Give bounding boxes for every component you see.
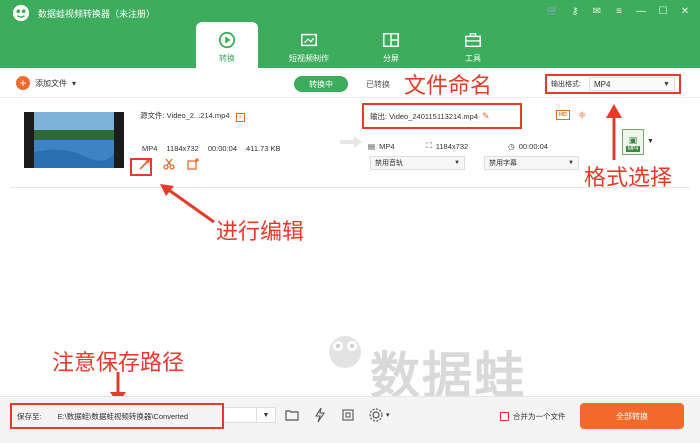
- save-path-box: 保存至: E:\数据蛙\数据蛙视频转换器\Converted: [10, 403, 224, 429]
- merge-label: 合并为一个文件: [513, 412, 566, 421]
- annotation-save-path: 注意保存路径: [52, 351, 185, 376]
- chat-icon[interactable]: ✉: [590, 4, 604, 18]
- subtitle-select[interactable]: 禁用字幕 ▼: [484, 156, 579, 170]
- chevron-down-icon: ▼: [454, 160, 460, 166]
- subtitle-value: 禁用字幕: [489, 160, 517, 167]
- audio-track-select[interactable]: 禁用音轨 ▼: [370, 156, 465, 170]
- annotation-format-select: 格式选择: [584, 166, 673, 191]
- maximize-icon[interactable]: ☐: [656, 4, 670, 18]
- annotation-edit: 进行编辑: [216, 220, 305, 245]
- format-thumbnail[interactable]: ▣ MP4: [622, 129, 644, 155]
- resize-icon: ⛶: [426, 141, 432, 150]
- toolbar: + 添加文件 ▾ 转换中 已转换 输出格式: MP4 ▼: [0, 68, 700, 98]
- app-title: 数据蛙视频转换器（未注册）: [38, 9, 156, 19]
- arrow-right-icon: [340, 136, 362, 148]
- chevron-down-icon: ▼: [663, 81, 670, 88]
- convert-icon: [218, 31, 236, 49]
- save-path-field[interactable]: [224, 407, 256, 423]
- equalizer-icon[interactable]: ≑: [578, 110, 586, 121]
- output-duration-item: ◷ 00:00:04: [508, 142, 548, 151]
- chevron-down-icon[interactable]: ▾: [386, 411, 390, 419]
- output-file-label: 输出: Video_240115113214.mp4: [370, 111, 478, 121]
- add-file-button[interactable]: + 添加文件 ▾: [16, 76, 76, 90]
- settings-icon[interactable]: [368, 407, 384, 423]
- chevron-down-icon[interactable]: ▼: [647, 138, 654, 145]
- video-thumbnail[interactable]: [24, 112, 124, 168]
- output-format-item: ▤ MP4: [368, 142, 395, 151]
- scissors-icon[interactable]: [162, 157, 176, 171]
- add-file-label: 添加文件: [35, 78, 67, 88]
- output-resolution: 1184x732: [435, 141, 469, 151]
- tab-label: 转换: [219, 54, 235, 63]
- annotation-file-naming: 文件命名: [404, 74, 493, 99]
- tab-short-video[interactable]: 短视频制作: [278, 22, 340, 68]
- output-resolution-item: ⛶ 1184x732: [427, 141, 469, 151]
- gpu-icon[interactable]: [340, 407, 356, 423]
- title-bar: 数据蛙视频转换器（未注册） 🛒 ⚷ ✉ ≡ — ☐ ✕ 转换 短视频制作 分屏 …: [0, 0, 700, 68]
- output-duration: 00:00:04: [518, 141, 548, 151]
- source-file-name: 源文件: Video_2...214.mp4 i: [140, 110, 245, 122]
- tab-label: 分屏: [383, 54, 399, 63]
- key-icon[interactable]: ⚷: [568, 4, 582, 18]
- clock-icon: ◷: [508, 141, 515, 151]
- plus-icon: +: [16, 76, 30, 90]
- output-format-value: MP4: [593, 79, 611, 89]
- audio-track-value: 禁用音轨: [375, 160, 403, 167]
- source-duration: 00:00:04: [207, 144, 238, 153]
- effects-icon[interactable]: [186, 157, 200, 171]
- status-switch: 转换中 已转换: [294, 76, 390, 92]
- info-icon[interactable]: i: [235, 113, 245, 122]
- source-size: 411.73 KB: [246, 144, 281, 153]
- cart-icon[interactable]: 🛒: [546, 4, 560, 18]
- tab-split-screen[interactable]: 分屏: [360, 22, 422, 68]
- chevron-down-icon[interactable]: ▼: [256, 407, 276, 423]
- output-format-selector: 输出格式: MP4 ▼: [545, 74, 681, 94]
- toolbox-icon: [465, 33, 481, 48]
- close-icon[interactable]: ✕: [678, 4, 692, 18]
- tab-tools[interactable]: 工具: [442, 22, 504, 68]
- output-meta: ▤ MP4 ⛶ 1184x732 ◷ 00:00:04: [368, 141, 564, 151]
- source-resolution: 1184x732: [166, 144, 199, 153]
- convert-all-button[interactable]: 全部转换: [580, 403, 684, 429]
- window-controls: 🛒 ⚷ ✉ ≡ — ☐ ✕: [546, 4, 692, 18]
- save-path-input[interactable]: E:\数据蛙\数据蛙视频转换器\Converted: [58, 411, 188, 422]
- film-icon: ▣: [628, 135, 638, 145]
- output-file-name: 输出: Video_240115113214.mp4 ✎: [362, 103, 522, 129]
- source-file-label: 源文件: Video_2...214.mp4: [140, 111, 230, 120]
- source-meta: MP4 1184x732 00:00:04 411.73 KB: [142, 144, 281, 153]
- menu-icon[interactable]: ≡: [612, 4, 626, 18]
- main-tabs: 转换 短视频制作 分屏 工具: [196, 22, 524, 68]
- chevron-down-icon: ▾: [72, 78, 77, 88]
- save-label: 保存至:: [17, 411, 42, 421]
- bottom-tools: ▾: [284, 407, 390, 423]
- source-format: MP4: [142, 144, 158, 153]
- output-format-label: 输出格式:: [551, 81, 581, 88]
- tab-label: 工具: [465, 54, 481, 63]
- watermark-logo-icon: [329, 336, 361, 368]
- converting-tab[interactable]: 转换中: [294, 76, 348, 92]
- pencil-icon[interactable]: ✎: [482, 111, 490, 122]
- converted-tab[interactable]: 已转换: [366, 79, 390, 90]
- tab-label: 短视频制作: [289, 54, 329, 63]
- hd-badge[interactable]: HD: [556, 110, 570, 120]
- minimize-icon[interactable]: —: [634, 4, 648, 18]
- split-screen-icon: [383, 32, 399, 48]
- hardware-acceleration-icon[interactable]: [312, 407, 328, 423]
- tab-convert[interactable]: 转换: [196, 22, 258, 68]
- film-icon: ▤: [368, 141, 376, 151]
- merge-option[interactable]: 合并为一个文件: [500, 411, 566, 422]
- app-logo-icon: [12, 4, 30, 22]
- format-thumb-label: MP4: [625, 146, 641, 152]
- folder-icon[interactable]: [284, 407, 300, 423]
- short-video-icon: [301, 33, 317, 47]
- merge-checkbox[interactable]: [500, 412, 509, 421]
- chevron-down-icon: ▼: [568, 160, 574, 166]
- output-format: MP4: [379, 141, 395, 151]
- output-badges: HD ≑: [556, 110, 586, 121]
- output-format-dropdown[interactable]: MP4 ▼: [588, 77, 675, 91]
- edit-highlight: [130, 158, 152, 176]
